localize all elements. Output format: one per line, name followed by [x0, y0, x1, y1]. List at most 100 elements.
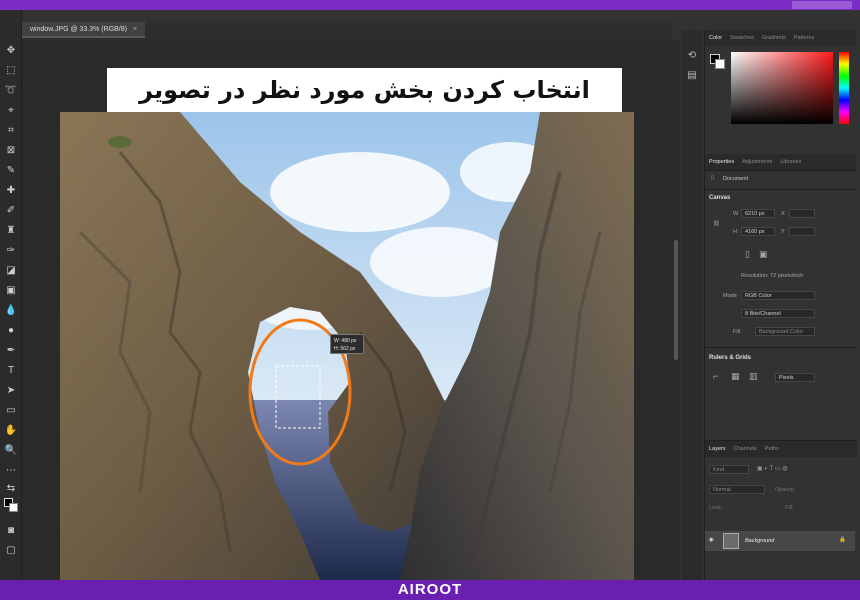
- layer-thumbnail: [723, 533, 739, 549]
- height-label: H: [733, 229, 737, 235]
- clone-stamp-tool-icon[interactable]: ♜: [4, 224, 18, 238]
- gradient-tool-icon[interactable]: ▣: [4, 284, 18, 298]
- canvas-section-header[interactable]: Canvas: [709, 195, 730, 201]
- dodge-tool-icon[interactable]: ●: [4, 324, 18, 338]
- layer-filter-icons[interactable]: ▣ ◐ T ▭ ◍: [757, 465, 787, 472]
- selection-size-tooltip: W: 480 px H: 562 px: [330, 334, 364, 354]
- lasso-tool-icon[interactable]: ➰: [4, 84, 18, 98]
- hue-slider[interactable]: [839, 52, 849, 124]
- layers-panel-tabs: Layers Channels Paths: [705, 441, 857, 457]
- scrollbar-thumb[interactable]: [674, 240, 678, 360]
- right-panels: Color Swatches Gradients Patterns Proper…: [704, 30, 857, 580]
- canvas-y-field[interactable]: [789, 227, 815, 236]
- selection-height: H: 562 px: [334, 346, 356, 352]
- swap-colors-icon[interactable]: ⇆: [4, 482, 18, 496]
- tab-patterns[interactable]: Patterns: [794, 35, 814, 41]
- canvas-width-field[interactable]: 6210 px: [741, 209, 775, 218]
- portrait-orientation-icon[interactable]: ▯: [745, 249, 750, 260]
- color-picker: [705, 46, 856, 154]
- document-image[interactable]: W: 480 px H: 562 px: [60, 112, 634, 580]
- canvas-area[interactable]: W: 480 px H: 562 px انتخاب کردن بخش مورد…: [22, 40, 672, 580]
- color-mode-select[interactable]: RGB Color: [741, 291, 815, 300]
- eraser-tool-icon[interactable]: ◪: [4, 264, 18, 278]
- type-tool-icon[interactable]: T: [4, 364, 18, 378]
- tab-properties[interactable]: Properties: [709, 159, 734, 165]
- color-panel-tabs: Color Swatches Gradients Patterns: [705, 30, 856, 46]
- divider: [705, 347, 857, 348]
- blend-mode-select[interactable]: Normal: [709, 485, 765, 494]
- pen-tool-icon[interactable]: ✒: [4, 344, 18, 358]
- background-color-swatch[interactable]: [9, 503, 18, 512]
- tab-adjustments[interactable]: Adjustments: [742, 159, 772, 165]
- properties-panel: ▯ Document Canvas W 6210 px X ⛓ H 4160 p…: [705, 170, 857, 420]
- rectangle-tool-icon[interactable]: ▭: [4, 404, 18, 418]
- top-right-button[interactable]: [792, 1, 852, 9]
- fill-select[interactable]: Background Color: [755, 327, 815, 336]
- eyedropper-tool-icon[interactable]: ✎: [4, 164, 18, 178]
- grid-icon[interactable]: ▦: [731, 371, 740, 382]
- document-icon: ▯: [711, 175, 715, 181]
- canvas-scrollbar[interactable]: [672, 40, 680, 580]
- mode-label: Mode: [723, 293, 737, 299]
- tab-channels[interactable]: Channels: [734, 446, 757, 452]
- marquee-tool-icon[interactable]: ⬚: [4, 64, 18, 78]
- history-brush-tool-icon[interactable]: ✑: [4, 244, 18, 258]
- lock-icon[interactable]: 🔒: [839, 537, 846, 543]
- document-tab-title: window.JPG @ 33.3% (RGB/8): [30, 26, 127, 33]
- blur-tool-icon[interactable]: 💧: [4, 304, 18, 318]
- link-icon[interactable]: ⛓: [713, 221, 720, 227]
- layer-filter-kind[interactable]: Kind: [709, 465, 749, 474]
- properties-panel-tabs: Properties Adjustments Libraries: [705, 154, 856, 170]
- close-tab-icon[interactable]: ×: [133, 26, 137, 33]
- saturation-brightness-field[interactable]: [731, 52, 833, 124]
- layer-row-background[interactable]: ◉ Background 🔒: [705, 531, 855, 551]
- more-tools-icon[interactable]: ⋯: [4, 464, 18, 478]
- brush-tool-icon[interactable]: ✐: [4, 204, 18, 218]
- opacity-label: Opacity:: [775, 487, 796, 493]
- y-label: Y: [781, 229, 785, 235]
- ruler-icon[interactable]: ⌐: [713, 371, 718, 381]
- screen-mode-icon[interactable]: ▢: [4, 544, 18, 558]
- crop-tool-icon[interactable]: ⌗: [4, 124, 18, 138]
- fill-label: Fill: [733, 329, 741, 335]
- quick-mask-icon[interactable]: ◙: [4, 524, 18, 538]
- rulers-grids-header[interactable]: Rulers & Grids: [709, 355, 751, 361]
- visibility-eye-icon[interactable]: ◉: [709, 537, 714, 543]
- tab-libraries[interactable]: Libraries: [780, 159, 801, 165]
- object-select-tool-icon[interactable]: ⌖: [4, 104, 18, 118]
- history-panel-icon[interactable]: ⟲: [686, 50, 698, 62]
- canvas-height-field[interactable]: 4160 px: [741, 227, 775, 236]
- layers-panel: Layers Channels Paths Kind ▣ ◐ T ▭ ◍ Nor…: [705, 440, 857, 580]
- panel-icon-strip: ⟲ ▤: [682, 30, 702, 580]
- landscape-orientation-icon[interactable]: ▣: [759, 249, 768, 260]
- tools-panel: ✥ ⬚ ➰ ⌖ ⌗ ⊠ ✎ ✚ ✐ ♜ ✑ ◪ ▣ 💧 ● ✒ T ➤ ▭ ✋ …: [0, 10, 22, 580]
- x-label: X: [781, 211, 785, 217]
- frame-tool-icon[interactable]: ⊠: [4, 144, 18, 158]
- guides-icon[interactable]: ▥: [749, 371, 758, 382]
- canvas-x-field[interactable]: [789, 209, 815, 218]
- brand-logo-text: AIROOT: [397, 581, 463, 598]
- hand-tool-icon[interactable]: ✋: [4, 424, 18, 438]
- move-tool-icon[interactable]: ✥: [4, 44, 18, 58]
- panel-background-swatch[interactable]: [715, 59, 725, 69]
- zoom-tool-icon[interactable]: 🔍: [4, 444, 18, 458]
- overlay-title: انتخاب کردن بخش مورد نظر در تصویر: [107, 68, 622, 112]
- document-label: Document: [723, 176, 749, 182]
- document-tab[interactable]: window.JPG @ 33.3% (RGB/8) ×: [22, 22, 146, 38]
- comments-panel-icon[interactable]: ▤: [686, 70, 698, 82]
- tab-swatches[interactable]: Swatches: [730, 35, 754, 41]
- resolution-label: Resolution: 72 pixels/inch: [741, 273, 804, 279]
- window-top-bar: [0, 0, 860, 10]
- tab-layers[interactable]: Layers: [709, 446, 726, 452]
- tab-gradients[interactable]: Gradients: [762, 35, 786, 41]
- healing-brush-tool-icon[interactable]: ✚: [4, 184, 18, 198]
- tab-paths[interactable]: Paths: [765, 446, 779, 452]
- fill-opacity-label: Fill:: [785, 505, 794, 511]
- width-label: W: [733, 211, 739, 217]
- path-select-tool-icon[interactable]: ➤: [4, 384, 18, 398]
- lock-label: Lock:: [709, 505, 723, 511]
- units-select[interactable]: Pixels: [775, 373, 815, 382]
- bit-depth-select[interactable]: 8 Bits/Channel: [741, 309, 815, 318]
- tab-color[interactable]: Color: [709, 35, 722, 41]
- selection-width: W: 480 px: [334, 338, 357, 344]
